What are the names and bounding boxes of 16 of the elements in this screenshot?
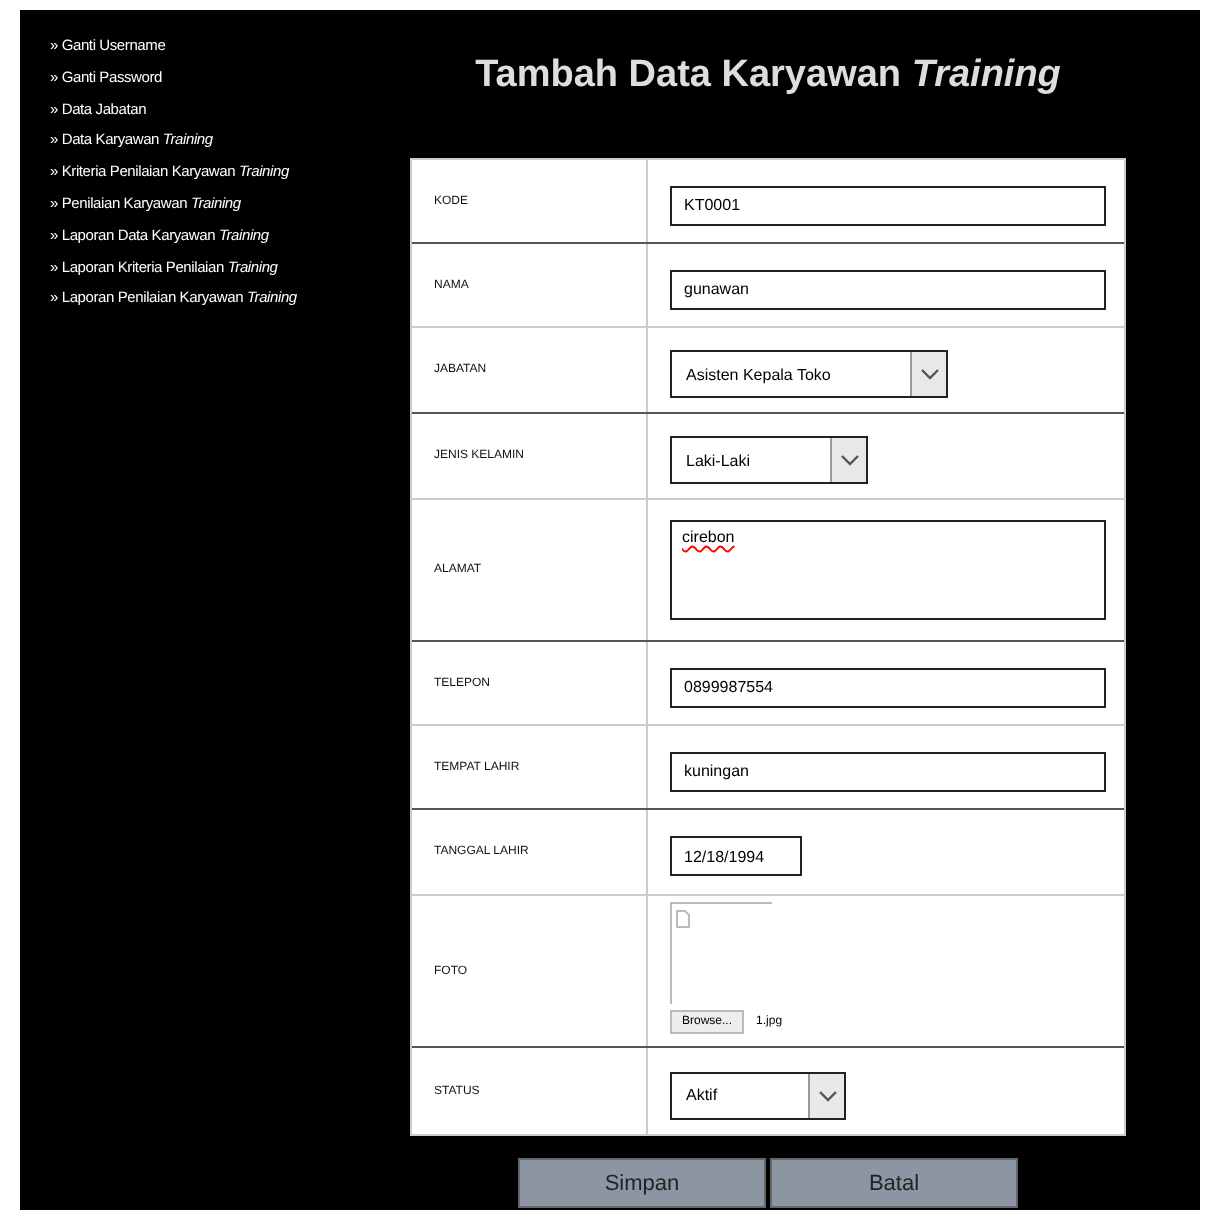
dropdown[interactable]: Asisten Kepala Toko <box>670 350 949 398</box>
form-button[interactable]: Batal <box>770 1158 1018 1208</box>
input-field[interactable]: KT0001 <box>670 185 1106 225</box>
input-field[interactable]: gunawan <box>670 269 1106 309</box>
date-field[interactable]: 12/18/1994 <box>670 836 802 876</box>
chevron-down-icon <box>839 454 860 466</box>
page-title: Tambah Data Karyawan Training <box>473 54 1063 100</box>
dropdown[interactable]: Laki-Laki <box>670 436 869 484</box>
input-field[interactable]: 0899987554 <box>670 667 1106 707</box>
input-field[interactable]: kuningan <box>670 751 1106 791</box>
textarea-field[interactable]: cirebon <box>670 520 1106 620</box>
dropdown[interactable]: Aktif <box>670 1071 846 1119</box>
form-button[interactable]: Simpan <box>518 1158 766 1208</box>
chevron-down-icon <box>817 1089 837 1101</box>
broken-image-icon <box>676 909 690 927</box>
chevron-down-icon <box>919 368 940 380</box>
